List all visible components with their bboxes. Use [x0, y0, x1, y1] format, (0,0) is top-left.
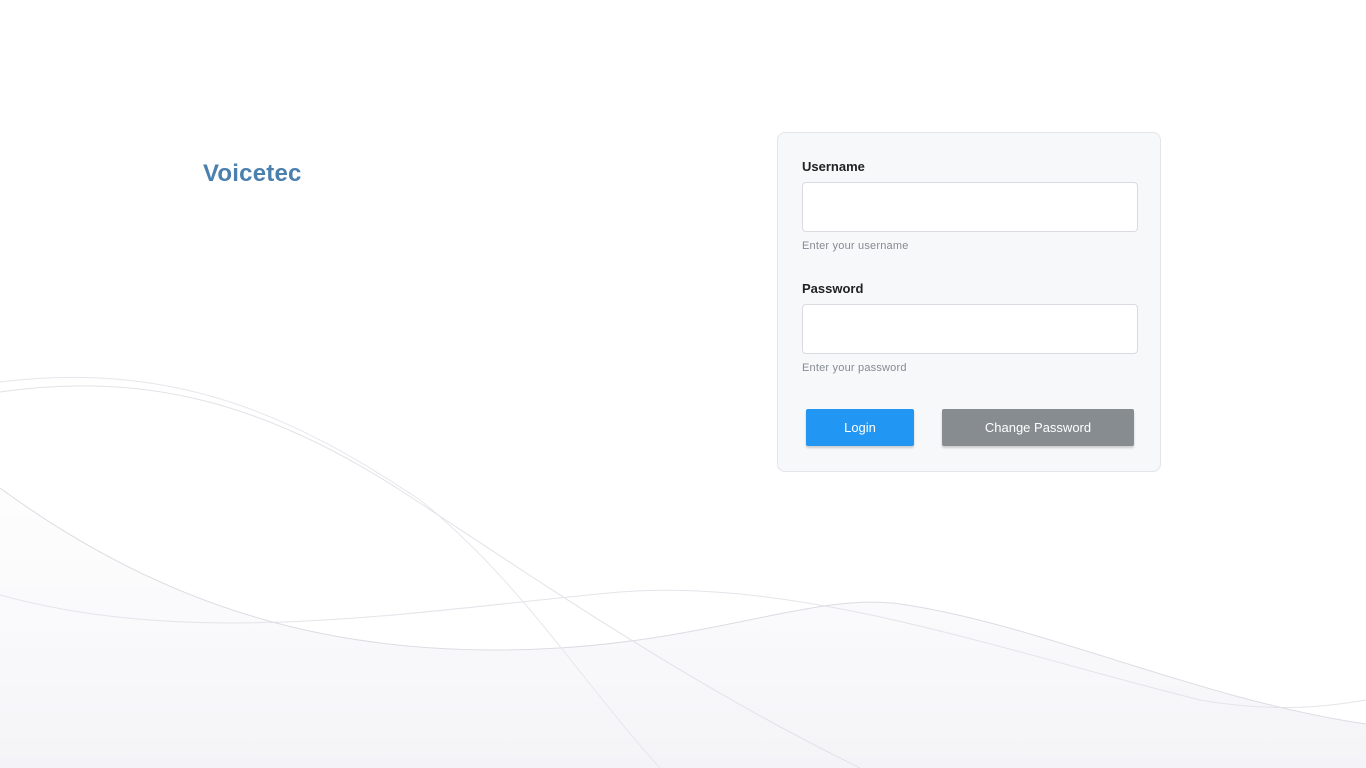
username-help-text: Enter your username: [802, 240, 909, 252]
username-field-group: Username Enter your username: [802, 159, 1138, 253]
username-input[interactable]: [802, 182, 1138, 232]
password-field-group: Password Enter your password: [802, 281, 1138, 375]
change-password-button[interactable]: Change Password: [942, 409, 1134, 446]
password-input[interactable]: [802, 304, 1138, 354]
password-help-text: Enter your password: [802, 362, 907, 374]
username-label: Username: [802, 159, 865, 174]
login-page: Voicetec Username Enter your username Pa…: [0, 0, 1366, 768]
password-label: Password: [802, 281, 864, 296]
brand-logo-text: Voicetec: [203, 160, 302, 187]
login-button[interactable]: Login: [806, 409, 914, 446]
form-actions: Login Change Password: [802, 409, 1136, 449]
login-card: Username Enter your username Password En…: [777, 132, 1161, 472]
background-waves: [0, 376, 1366, 768]
